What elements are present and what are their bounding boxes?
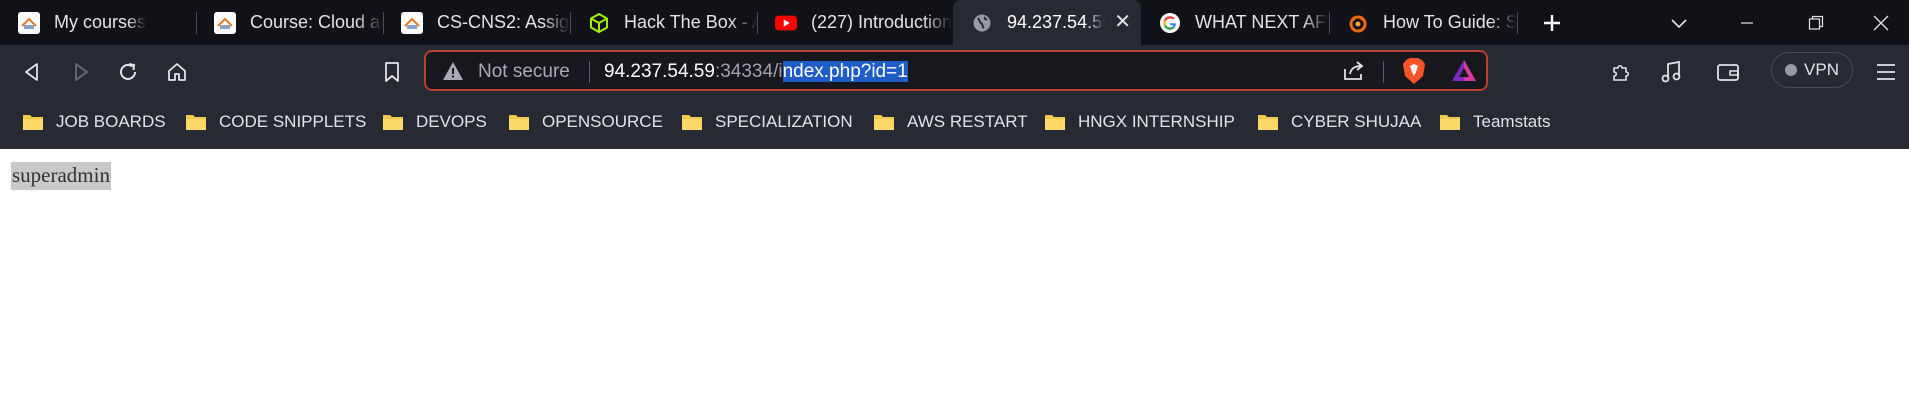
vpn-button[interactable]: VPN [1771, 52, 1853, 88]
url-host: 94.237.54.59 [604, 61, 715, 82]
back-arrow-icon [25, 63, 38, 81]
bookmarks-bar: JOB BOARDS CODE SNIPPLETS DEVOPS OPENSOU… [0, 97, 1909, 149]
page-content: superadmin [0, 149, 1909, 420]
bookmark-folder-code-snipplets[interactable]: CODE SNIPPLETS [185, 109, 366, 135]
tab-title: CS-CNS2: Assignm [437, 12, 570, 32]
reload-icon [120, 63, 136, 80]
media-button[interactable] [1657, 58, 1685, 86]
home-icon [168, 63, 186, 81]
htb-cube-icon [588, 12, 610, 34]
youtube-icon [775, 12, 797, 34]
minimize-button[interactable] [1719, 0, 1775, 45]
wallet-icon [1717, 64, 1739, 81]
tab-title: How To Guide: S [1383, 12, 1517, 32]
menu-button[interactable] [1872, 58, 1900, 86]
restore-icon [1808, 15, 1824, 30]
bookmark-folder-aws-restart[interactable]: AWS RESTART [873, 109, 1028, 135]
tab-title: (227) Introduction [811, 12, 953, 32]
brave-rewards-icon[interactable] [1451, 59, 1477, 88]
bookmark-folder-opensource[interactable]: OPENSOURCE [508, 109, 663, 135]
tab-my-courses[interactable]: My courses [0, 0, 196, 45]
brave-shields-icon[interactable] [1401, 57, 1427, 90]
new-tab-button[interactable] [1524, 0, 1580, 45]
bookmark-button[interactable] [378, 58, 406, 86]
bookmark-label: AWS RESTART [907, 112, 1028, 131]
folder-icon [508, 113, 530, 131]
bookmark-label: DEVOPS [416, 112, 487, 131]
vpn-label: VPN [1804, 60, 1839, 79]
tab-title: Course: Cloud and [250, 12, 383, 32]
tab-active-ip[interactable]: 94.237.54.59 ✕ [953, 0, 1141, 45]
close-icon [1873, 15, 1889, 30]
folder-icon [681, 113, 703, 131]
navigation-toolbar: Not secure 94.237.54.59:34334/index.php?… [0, 45, 1909, 97]
folder-icon [1439, 113, 1461, 131]
bookmark-label: CODE SNIPPLETS [219, 112, 367, 131]
plus-icon [1544, 14, 1560, 31]
grafana-icon [1347, 12, 1369, 34]
tab-title: 94.237.54.59 [1007, 12, 1105, 32]
wallet-button[interactable] [1714, 58, 1742, 86]
tab-strip: My courses Course: Cloud and CS-CNS2: As… [0, 0, 1909, 45]
forward-arrow-icon [75, 63, 88, 81]
moodle-icon [401, 11, 423, 34]
tab-title: My courses [54, 12, 147, 32]
tab-youtube[interactable]: (227) Introduction [757, 0, 953, 45]
forward-button[interactable] [67, 58, 95, 86]
restore-button[interactable] [1788, 0, 1844, 45]
bookmark-label: CYBER SHUJAA [1291, 112, 1422, 131]
page-output-text: superadmin [11, 162, 111, 190]
reload-button[interactable] [114, 58, 142, 86]
puzzle-icon [1613, 64, 1630, 81]
tab-cs-cns2[interactable]: CS-CNS2: Assignm [383, 0, 570, 45]
url-port-path: :34334/i [714, 61, 783, 82]
vpn-status-icon [1785, 64, 1798, 76]
music-note-icon [1661, 60, 1681, 83]
bookmark-folder-devops[interactable]: DEVOPS [382, 109, 487, 135]
tab-course-cloud[interactable]: Course: Cloud and [196, 0, 383, 45]
folder-icon [22, 113, 44, 131]
close-tab-icon[interactable]: ✕ [1114, 12, 1131, 32]
folder-icon [382, 113, 404, 131]
hamburger-menu-icon [1877, 64, 1895, 80]
home-button[interactable] [163, 58, 191, 86]
address-bar[interactable]: Not secure 94.237.54.59:34334/index.php?… [424, 50, 1488, 91]
bookmark-folder-cyber-shujaa[interactable]: CYBER SHUJAA [1257, 109, 1421, 135]
bookmark-folder-job-boards[interactable]: JOB BOARDS [22, 109, 166, 135]
tab-how-to-guide[interactable]: How To Guide: S [1329, 0, 1517, 45]
bookmark-label: Teamstats [1473, 112, 1551, 131]
bookmark-folder-teamstats[interactable]: Teamstats [1439, 109, 1550, 135]
bookmark-icon [385, 62, 399, 82]
share-icon[interactable] [1342, 60, 1366, 87]
back-button[interactable] [18, 58, 46, 86]
url-text[interactable]: 94.237.54.59:34334/index.php?id=1 [604, 61, 908, 83]
bookmark-label: HNGX INTERNSHIP [1078, 112, 1235, 131]
moodle-icon [18, 11, 40, 34]
url-selected-text: ndex.php?id=1 [782, 61, 908, 82]
folder-icon [1257, 113, 1279, 131]
close-window-button[interactable] [1853, 0, 1909, 45]
globe-icon [971, 12, 993, 34]
folder-icon [1044, 113, 1066, 131]
tab-hack-the-box[interactable]: Hack The Box - A [570, 0, 757, 45]
folder-icon [185, 113, 207, 131]
tab-title: WHAT NEXT AFTER [1195, 12, 1329, 32]
chevron-down-icon [1671, 18, 1687, 28]
bookmark-folder-specialization[interactable]: SPECIALIZATION [681, 109, 853, 135]
bookmark-label: SPECIALIZATION [715, 112, 853, 131]
extensions-button[interactable] [1608, 58, 1636, 86]
folder-icon [873, 113, 895, 131]
bookmark-label: OPENSOURCE [542, 112, 663, 131]
warning-icon[interactable] [442, 61, 464, 86]
google-icon [1159, 12, 1181, 34]
bookmark-label: JOB BOARDS [56, 112, 166, 131]
minimize-icon [1741, 21, 1753, 24]
tab-title: Hack The Box - A [624, 12, 757, 32]
security-label[interactable]: Not secure [478, 61, 570, 83]
bookmark-folder-hngx-internship[interactable]: HNGX INTERNSHIP [1044, 109, 1235, 135]
moodle-icon [214, 11, 236, 34]
tab-search-button[interactable] [1651, 0, 1707, 45]
tab-google-search[interactable]: WHAT NEXT AFTER [1141, 0, 1329, 45]
